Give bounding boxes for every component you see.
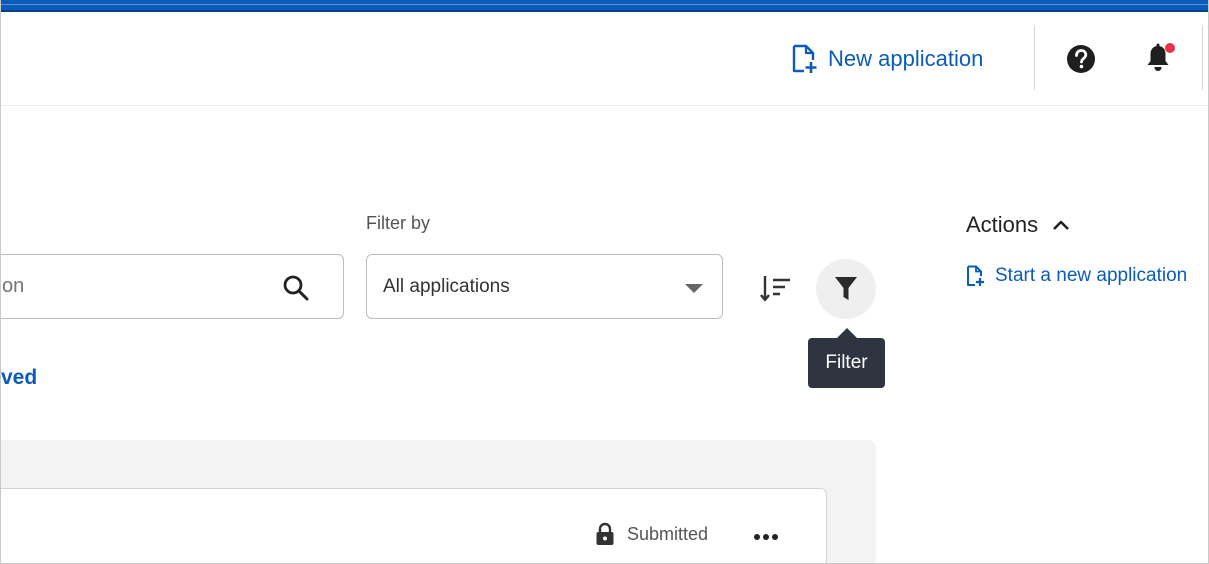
filter-tooltip-text: Filter [825,352,868,373]
file-plus-icon [792,44,817,73]
app-header: New application [1,12,1208,106]
sort-button[interactable] [759,272,793,306]
search-icon[interactable] [282,274,310,302]
notification-badge [1165,43,1175,53]
more-horizontal-icon [754,534,778,540]
start-new-application-label: Start a new application [995,265,1188,286]
application-status: Submitted [595,522,708,546]
start-new-application-link[interactable]: Start a new application [965,265,1187,287]
more-options-button[interactable] [753,530,779,542]
sort-descending-icon [760,276,790,302]
file-plus-icon [967,265,984,286]
search-input[interactable] [1,255,262,318]
tab-partial[interactable]: ved [1,366,37,390]
top-accent-bar [1,0,1208,12]
filter-select[interactable]: All applications [366,254,723,319]
lock-icon [596,522,614,545]
filter-tooltip: Filter [808,328,885,388]
actions-toggle[interactable]: Actions [966,212,1070,238]
new-application-label: New application [828,46,984,71]
actions-title: Actions [966,212,1039,237]
chevron-down-icon [685,284,703,293]
app-frame: New application Filter by All [0,0,1209,564]
header-divider-right [1202,26,1203,90]
filter-select-value: All applications [383,276,510,297]
chevron-up-icon [1053,220,1070,230]
funnel-icon [835,277,857,300]
new-application-button[interactable]: New application [790,42,983,76]
search-field[interactable] [1,254,344,319]
help-button[interactable] [1066,44,1096,74]
status-text: Submitted [627,523,709,544]
filter-by-label: Filter by [366,213,431,233]
filter-button[interactable] [816,259,876,319]
help-circle-icon [1067,45,1095,73]
header-divider [1034,26,1035,90]
